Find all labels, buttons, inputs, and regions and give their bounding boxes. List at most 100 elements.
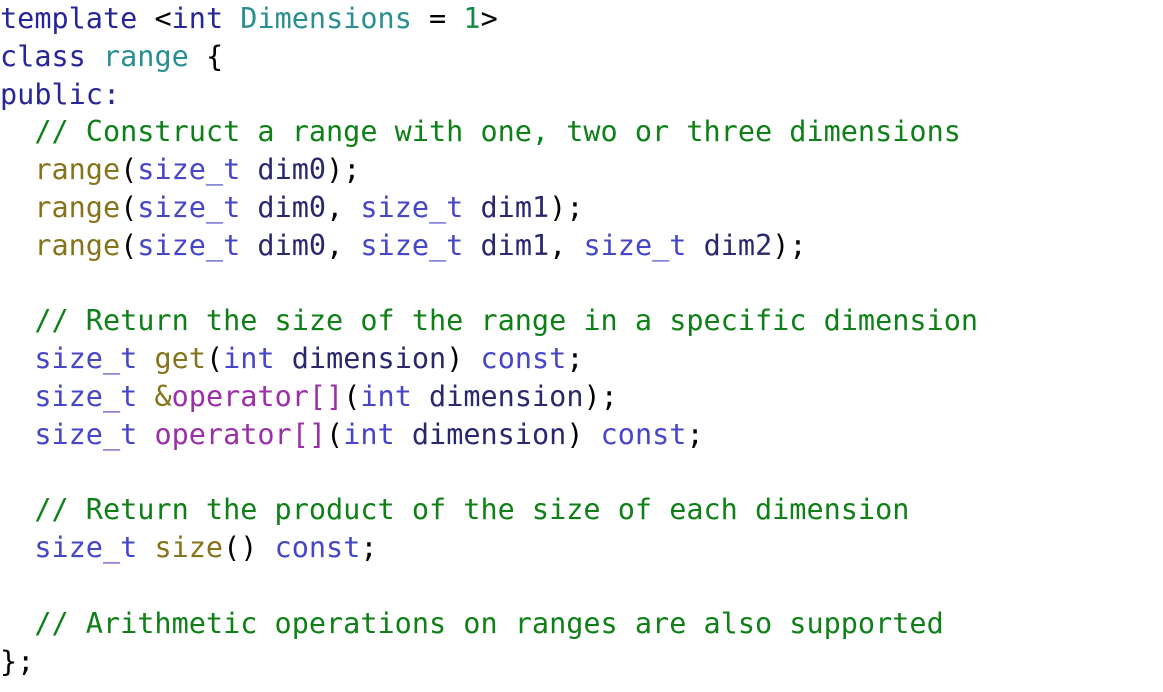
code-token-punct: , bbox=[549, 228, 584, 262]
code-token-builtin: size_t bbox=[360, 228, 464, 262]
code-line[interactable]: // Return the product of the size of eac… bbox=[0, 491, 1163, 529]
code-token-builtin: int bbox=[223, 342, 275, 376]
code-line[interactable]: template <int Dimensions = 1> bbox=[0, 0, 1163, 38]
code-token-ident: dim1 bbox=[480, 228, 550, 262]
code-token-function: range bbox=[34, 228, 121, 262]
code-line[interactable]: public: bbox=[0, 76, 1163, 114]
code-token-punct: , bbox=[326, 190, 361, 224]
code-token-punct: ( bbox=[120, 228, 138, 262]
code-token-function: & bbox=[154, 379, 172, 413]
code-token-type: Dimensions bbox=[240, 2, 412, 35]
code-token-builtin: size_t bbox=[137, 153, 241, 187]
code-token-punct: ( bbox=[326, 417, 344, 451]
code-token-punct: > bbox=[480, 2, 498, 35]
code-line[interactable] bbox=[0, 265, 1163, 303]
code-token-builtin: int bbox=[343, 417, 395, 451]
code-token-punct: () bbox=[223, 531, 275, 565]
code-token-punct: ); bbox=[326, 153, 361, 187]
code-token-operator: operator[] bbox=[171, 379, 344, 413]
code-token-punct: ( bbox=[343, 379, 361, 413]
code-token-keyword: public: bbox=[0, 77, 121, 111]
code-token-keyword: int bbox=[171, 2, 224, 35]
code-line[interactable]: // Return the size of the range in a spe… bbox=[0, 302, 1163, 340]
code-token-keyword: class bbox=[0, 39, 86, 73]
code-token-builtin: int bbox=[360, 379, 412, 413]
code-line[interactable] bbox=[0, 454, 1163, 492]
code-token-ident: dim2 bbox=[703, 228, 773, 262]
code-token-builtin: size_t bbox=[360, 190, 464, 224]
code-line[interactable]: range(size_t dim0, size_t dim1); bbox=[0, 189, 1163, 227]
code-token-punct: ; bbox=[566, 342, 584, 376]
code-token-comment: // Construct a range with one, two or th… bbox=[34, 115, 961, 149]
code-token-punct: ( bbox=[120, 190, 138, 224]
code-line[interactable]: range(size_t dim0); bbox=[0, 151, 1163, 189]
code-token-punct: ; bbox=[360, 531, 378, 565]
code-token-ident: dim0 bbox=[257, 190, 327, 224]
code-token-punct: ); bbox=[549, 190, 584, 224]
code-token-punct: ( bbox=[120, 153, 138, 187]
code-listing[interactable]: template <int Dimensions = 1> class range… bbox=[0, 0, 1163, 680]
code-token-punct: ); bbox=[772, 228, 807, 262]
code-line[interactable]: }; bbox=[0, 643, 1163, 681]
code-line[interactable]: class range { bbox=[0, 38, 1163, 76]
code-token-function: get bbox=[154, 342, 206, 376]
code-token-punct: , bbox=[326, 228, 361, 262]
code-token-ident: dim0 bbox=[257, 228, 327, 262]
code-token-builtin: size_t bbox=[137, 190, 241, 224]
code-token-builtin: size_t bbox=[137, 228, 241, 262]
code-token-punct: ); bbox=[583, 379, 618, 413]
code-token-builtin: const bbox=[480, 342, 567, 376]
code-line[interactable]: size_t operator[](int dimension) const; bbox=[0, 416, 1163, 454]
code-line[interactable]: size_t size() const; bbox=[0, 529, 1163, 567]
code-token-operator: operator[] bbox=[154, 417, 327, 451]
code-token-function: range bbox=[34, 190, 121, 224]
code-line[interactable]: // Arithmetic operations on ranges are a… bbox=[0, 605, 1163, 643]
code-token-ident: dimension bbox=[291, 342, 447, 376]
code-token-builtin: size_t bbox=[34, 531, 138, 565]
code-line[interactable]: // Construct a range with one, two or th… bbox=[0, 113, 1163, 151]
code-token-builtin: size_t bbox=[34, 379, 138, 413]
code-line[interactable]: range(size_t dim0, size_t dim1, size_t d… bbox=[0, 227, 1163, 265]
code-token-builtin: size_t bbox=[34, 417, 138, 451]
code-token-comment: // Arithmetic operations on ranges are a… bbox=[34, 606, 944, 640]
code-token-ident: dim1 bbox=[480, 190, 550, 224]
code-line[interactable] bbox=[0, 567, 1163, 605]
code-line[interactable]: size_t get(int dimension) const; bbox=[0, 340, 1163, 378]
code-token-builtin: size_t bbox=[583, 228, 687, 262]
code-token-type: range bbox=[102, 39, 189, 73]
code-token-ident: dimension bbox=[411, 417, 567, 451]
code-line[interactable]: size_t &operator[](int dimension); bbox=[0, 378, 1163, 416]
code-token-ident: dimension bbox=[429, 379, 584, 413]
code-token-comment: // Return the size of the range in a spe… bbox=[34, 304, 979, 338]
code-token-punct: ( bbox=[205, 342, 224, 376]
code-token-keyword: template bbox=[0, 2, 138, 35]
code-token-function: range bbox=[34, 153, 121, 187]
